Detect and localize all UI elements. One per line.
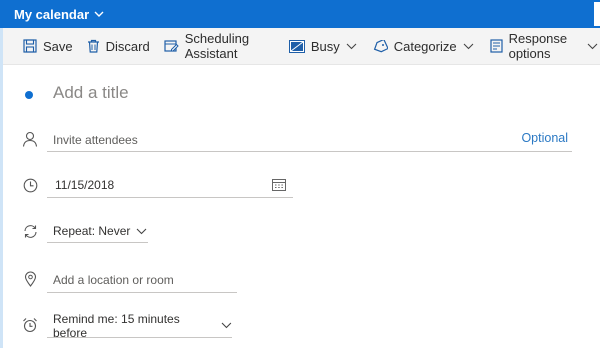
reminder-value: Remind me: 15 minutes before bbox=[53, 311, 180, 340]
calendar-selector[interactable]: My calendar bbox=[14, 7, 104, 22]
chevron-down-icon bbox=[136, 228, 147, 234]
attendees-field[interactable]: Invite attendees Optional bbox=[47, 128, 572, 152]
alarm-clock-icon bbox=[21, 316, 39, 334]
scheduling-assistant-icon bbox=[164, 40, 179, 52]
repeat-dropdown[interactable]: Repeat: Never bbox=[47, 220, 148, 243]
response-options-dropdown[interactable]: Response options bbox=[488, 28, 600, 64]
optional-attendees-link[interactable]: Optional bbox=[521, 131, 568, 145]
busy-label: Busy bbox=[310, 38, 340, 54]
start-date-value: 11/15/2018 bbox=[55, 178, 115, 192]
event-form: Add a title Invite attendees Optional 11… bbox=[0, 64, 600, 348]
person-icon bbox=[21, 130, 39, 148]
repeat-value: Repeat: Never bbox=[53, 224, 131, 238]
discard-button[interactable]: Discard bbox=[85, 28, 152, 64]
command-bar: Save Discard Scheduling Assistant Busy C… bbox=[3, 28, 600, 65]
save-button[interactable]: Save bbox=[21, 28, 75, 64]
calendar-selector-label: My calendar bbox=[14, 6, 90, 22]
category-color-dot bbox=[25, 91, 33, 99]
chevron-down-icon bbox=[463, 43, 473, 49]
window-edge bbox=[594, 2, 600, 26]
save-icon bbox=[23, 39, 37, 53]
busy-dropdown[interactable]: Busy bbox=[287, 28, 359, 64]
title-placeholder: Add a title bbox=[53, 83, 129, 102]
chevron-down-icon bbox=[587, 43, 598, 49]
title-bar: My calendar bbox=[0, 0, 600, 28]
discard-label: Discard bbox=[105, 38, 150, 54]
reminder-dropdown[interactable]: Remind me: 15 minutes before bbox=[47, 311, 232, 340]
tag-icon bbox=[373, 39, 388, 52]
scheduling-assistant-label: Scheduling Assistant bbox=[184, 31, 250, 61]
attendees-placeholder: Invite attendees bbox=[53, 132, 138, 147]
response-options-label: Response options bbox=[508, 31, 568, 61]
location-placeholder: Add a location or room bbox=[53, 272, 174, 287]
location-pin-icon bbox=[21, 270, 39, 288]
chevron-down-icon bbox=[94, 11, 104, 17]
trash-icon bbox=[87, 39, 99, 53]
save-label: Save bbox=[43, 38, 73, 54]
start-date-field[interactable]: 11/15/2018 bbox=[47, 173, 293, 198]
busy-status-icon bbox=[288, 39, 305, 53]
calendar-icon[interactable] bbox=[272, 178, 286, 191]
categorize-label: Categorize bbox=[393, 38, 457, 54]
chevron-down-icon bbox=[346, 43, 357, 49]
scheduling-assistant-button[interactable]: Scheduling Assistant bbox=[162, 28, 275, 64]
response-options-icon bbox=[489, 39, 503, 53]
categorize-dropdown[interactable]: Categorize bbox=[371, 28, 476, 64]
clock-icon bbox=[21, 176, 39, 194]
location-field[interactable]: Add a location or room bbox=[47, 267, 237, 293]
repeat-icon bbox=[21, 222, 39, 240]
chevron-down-icon bbox=[221, 322, 232, 329]
title-input[interactable]: Add a title bbox=[53, 83, 129, 103]
